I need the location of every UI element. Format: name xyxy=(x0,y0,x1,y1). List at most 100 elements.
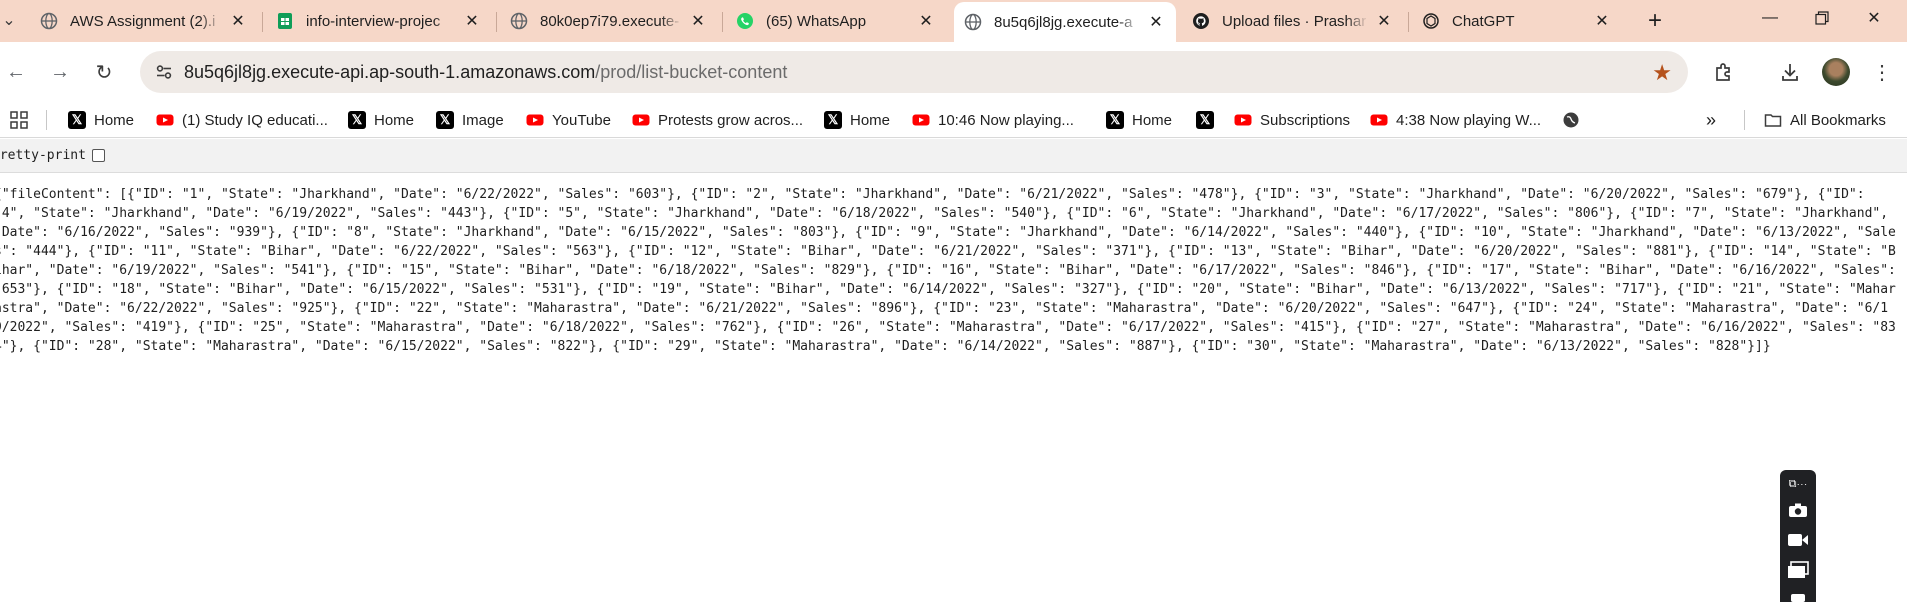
site-settings-icon[interactable] xyxy=(144,52,184,92)
bookmark-label: Home xyxy=(374,111,415,129)
x-icon: 𝕏 xyxy=(824,111,842,129)
bookmark-label: YouTube xyxy=(552,111,611,129)
back-arrow-icon[interactable]: ← xyxy=(0,56,32,88)
bookmark-item[interactable]: 𝕏 Home xyxy=(348,108,414,132)
extensions-icon[interactable] xyxy=(1708,56,1740,88)
youtube-icon xyxy=(912,114,930,126)
bookmark-label: Subscriptions xyxy=(1260,111,1351,129)
tab-title: Upload files · Prashar xyxy=(1222,12,1367,30)
tab-separator xyxy=(262,12,263,32)
close-icon[interactable]: ✕ xyxy=(462,11,482,31)
url-text[interactable]: 8u5q6jl8jg.execute-api.ap-south-1.amazon… xyxy=(184,62,787,83)
bookmarks-divider xyxy=(46,110,47,130)
pretty-print-checkbox[interactable] xyxy=(91,149,105,162)
json-response-text: {"fileContent": [{"ID": "1", "State": "J… xyxy=(0,187,1904,354)
url-path: /prod/list-bucket-content xyxy=(595,61,788,82)
tab-info-interview-project[interactable]: info-interview-projec ✕ xyxy=(266,4,492,38)
download-icon[interactable] xyxy=(1774,56,1806,88)
bookmark-label: Image xyxy=(462,111,504,129)
all-bookmarks-folder[interactable]: All Bookmarks xyxy=(1764,108,1886,132)
bookmark-label: Home xyxy=(94,111,135,129)
bookmark-item[interactable]: 𝕏 Image xyxy=(436,108,504,132)
bookmark-item[interactable]: 𝕏 Home xyxy=(824,108,890,132)
close-icon[interactable]: ✕ xyxy=(1592,11,1612,31)
bookmark-label: Protests grow acros... xyxy=(658,111,804,129)
restore-button[interactable] xyxy=(1796,0,1848,36)
folder-icon xyxy=(1764,114,1782,127)
capture-more-icon[interactable] xyxy=(1784,584,1812,608)
apps-grid-icon[interactable] xyxy=(10,108,28,132)
close-icon[interactable]: ✕ xyxy=(916,11,936,31)
bookmark-item[interactable]: 𝕏 Home xyxy=(68,108,134,132)
chatgpt-icon xyxy=(1423,13,1439,29)
forward-arrow-icon[interactable]: → xyxy=(44,56,76,88)
page-content: pretty-print {"fileContent": [{"ID": "1"… xyxy=(0,139,1907,602)
youtube-icon xyxy=(1234,114,1252,126)
globe-icon xyxy=(510,12,528,30)
tab-separator xyxy=(722,12,723,32)
whatsapp-icon xyxy=(737,13,753,29)
floating-capture-toolbar: ⧉⋯ xyxy=(1780,470,1816,602)
tab-8u5q6jl8jg-active[interactable]: 8u5q6jl8jg.execute-a ✕ xyxy=(954,2,1176,42)
bookmark-label: Home xyxy=(1132,111,1173,129)
bookmarks-divider xyxy=(1744,110,1745,130)
bookmark-item[interactable]: 10:46 Now playing... xyxy=(912,108,1074,132)
github-icon xyxy=(1193,13,1209,29)
window-capture-icon[interactable] xyxy=(1784,558,1812,582)
tab-80k0ep7i79[interactable]: 80k0ep7i79.execute- ✕ xyxy=(500,4,718,38)
pretty-print-label: pretty-print xyxy=(0,148,86,163)
bookmark-item[interactable]: Subscriptions xyxy=(1234,108,1350,132)
tab-separator xyxy=(1408,12,1409,32)
tab-aws-assignment[interactable]: AWS Assignment (2).i ✕ xyxy=(30,4,258,38)
close-icon[interactable]: ✕ xyxy=(688,11,708,31)
close-window-button[interactable]: ✕ xyxy=(1848,0,1900,36)
address-bar[interactable]: 8u5q6jl8jg.execute-api.ap-south-1.amazon… xyxy=(140,51,1688,93)
close-icon[interactable]: ✕ xyxy=(1374,11,1394,31)
tab-strip: ⌄ AWS Assignment (2).i ✕ info-interview-… xyxy=(0,0,1907,42)
bookmark-label: Home xyxy=(850,111,891,129)
globe-icon xyxy=(40,12,58,30)
camera-icon[interactable] xyxy=(1784,498,1812,522)
tab-separator xyxy=(496,12,497,32)
youtube-icon xyxy=(526,114,544,126)
close-icon[interactable]: ✕ xyxy=(1146,12,1166,32)
bookmark-label: (1) Study IQ educati... xyxy=(182,111,328,129)
video-record-icon[interactable] xyxy=(1784,528,1812,552)
all-bookmarks-label: All Bookmarks xyxy=(1790,111,1886,129)
reload-icon[interactable]: ↻ xyxy=(88,56,120,88)
bookmark-item[interactable]: 4:38 Now playing W... xyxy=(1370,108,1541,132)
bookmark-item[interactable]: YouTube xyxy=(526,108,611,132)
sheets-icon xyxy=(278,13,292,29)
bookmark-star-icon[interactable]: ★ xyxy=(1652,60,1672,86)
bookmark-item[interactable]: 𝕏 Home xyxy=(1106,108,1172,132)
more-bookmarks-chevron-icon[interactable]: » xyxy=(1706,108,1716,132)
globe-icon xyxy=(1563,112,1579,128)
tab-title: 8u5q6jl8jg.execute-a xyxy=(994,13,1133,31)
close-icon[interactable]: ✕ xyxy=(228,11,248,31)
tab-whatsapp[interactable]: (65) WhatsApp ✕ xyxy=(726,4,946,38)
url-host: 8u5q6jl8jg.execute-api.ap-south-1.amazon… xyxy=(184,61,596,82)
bookmark-item[interactable] xyxy=(1562,108,1588,132)
profile-avatar[interactable] xyxy=(1822,58,1850,86)
tab-title: ChatGPT xyxy=(1452,12,1515,30)
browser-toolbar: ← → ↻ 8u5q6jl8jg.execute-api.ap-south-1.… xyxy=(0,42,1907,102)
pretty-print-bar: pretty-print xyxy=(0,139,1907,173)
bookmark-label: 4:38 Now playing W... xyxy=(1396,111,1542,129)
minimize-button[interactable]: — xyxy=(1744,0,1796,36)
tab-title: info-interview-projec xyxy=(306,12,441,30)
new-tab-button[interactable]: + xyxy=(1640,6,1670,36)
tab-search-chevron-icon[interactable]: ⌄ xyxy=(0,10,18,30)
x-icon: 𝕏 xyxy=(1196,111,1214,129)
tab-github-upload[interactable]: Upload files · Prashar ✕ xyxy=(1182,4,1404,38)
tab-chatgpt[interactable]: ChatGPT ✕ xyxy=(1412,4,1622,38)
tab-title: AWS Assignment (2).i xyxy=(70,12,216,30)
tab-title: 80k0ep7i79.execute- xyxy=(540,12,680,30)
bookmark-item[interactable]: (1) Study IQ educati... xyxy=(156,108,328,132)
globe-icon xyxy=(964,13,982,31)
bookmark-label: 10:46 Now playing... xyxy=(938,111,1074,129)
more-menu-icon[interactable]: ⋮ xyxy=(1866,56,1898,88)
youtube-icon xyxy=(1370,114,1388,126)
bookmark-item[interactable]: 𝕏 xyxy=(1196,108,1222,132)
capture-options-icon[interactable]: ⧉⋯ xyxy=(1784,472,1812,496)
bookmark-item[interactable]: Protests grow acros... xyxy=(632,108,803,132)
